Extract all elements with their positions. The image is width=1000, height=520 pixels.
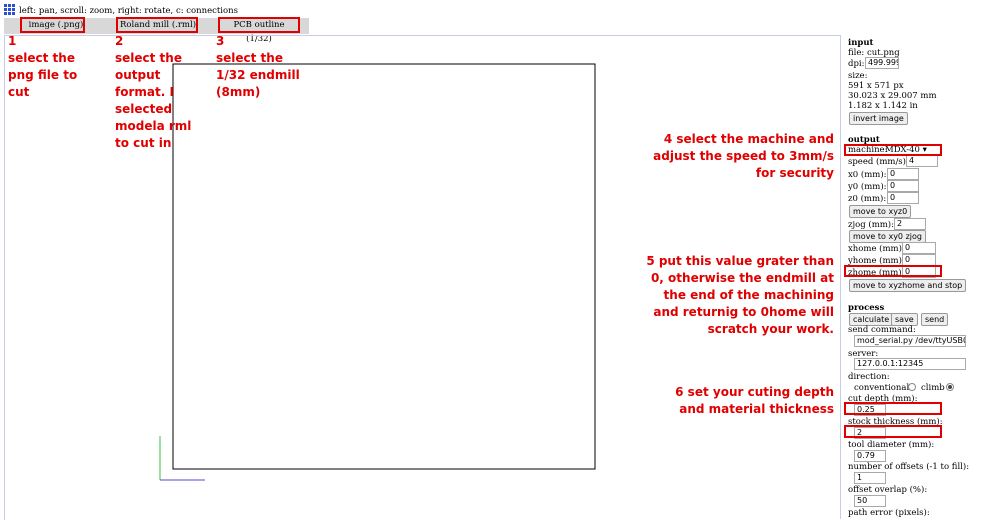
z0-input[interactable]: 0: [887, 192, 919, 204]
climb-radio[interactable]: [946, 383, 954, 391]
annotation-3: 3 select the 1/32 endmill (8mm): [216, 34, 300, 99]
annotation-5: 5 put this value grater than 0, otherwis…: [646, 254, 834, 336]
highlight-stock-thickness: [844, 425, 942, 438]
invert-image-button[interactable]: invert image: [849, 112, 908, 125]
offset-overlap-label: offset overlap (%):: [848, 485, 928, 495]
offset-overlap-input[interactable]: 50: [854, 495, 886, 507]
size-px: 591 x 571 px: [848, 81, 904, 91]
annotation-6: 6 set your cuting depth and material thi…: [675, 385, 834, 416]
size-mm: 30.023 x 29.007 mm: [848, 91, 937, 101]
move-xyz0-button[interactable]: move to xyz0: [849, 205, 912, 218]
move-xyzhome-button[interactable]: move to xyzhome and stop: [849, 279, 967, 292]
grid-icon[interactable]: [4, 4, 16, 16]
send-button[interactable]: send: [921, 313, 949, 326]
annotation-4: 4 select the machine and adjust the spee…: [653, 132, 834, 180]
zjog-input[interactable]: 2: [894, 218, 926, 230]
highlight-machine: [844, 144, 942, 156]
settings-panel: input file: cut.png dpi: 499.999 size: 5…: [840, 35, 1000, 519]
offsets-label: number of offsets (-1 to fill):: [848, 462, 970, 472]
dpi-label: dpi:: [848, 59, 865, 69]
process-heading: process: [848, 303, 885, 313]
x0-label: x0 (mm):: [848, 170, 887, 180]
conventional-radio[interactable]: [908, 383, 916, 391]
size-in: 1.182 x 1.142 in: [848, 101, 918, 111]
offsets-input[interactable]: 1: [854, 472, 886, 484]
dpi-input[interactable]: 499.999: [865, 57, 899, 69]
speed-input[interactable]: 4: [906, 155, 938, 167]
climb-label: climb: [921, 383, 945, 393]
highlight-zhome: [844, 265, 942, 277]
zjog-label: zjog (mm):: [848, 220, 894, 230]
send-command-label: send command:: [848, 325, 916, 335]
highlight-cut-depth: [844, 402, 942, 415]
tool-diameter-input[interactable]: 0.79: [854, 450, 886, 462]
highlight-tab-pcb: [218, 17, 300, 33]
conventional-label: conventional: [854, 383, 910, 393]
annotation-1: 1 select the png file to cut: [8, 34, 78, 99]
highlight-tab-rml: [116, 17, 198, 33]
outline-path: [172, 63, 596, 470]
size-label: size:: [848, 71, 868, 81]
send-command-input[interactable]: mod_serial.py /dev/ttyUSB0: [854, 335, 966, 347]
x0-input[interactable]: 0: [887, 168, 919, 180]
z0-label: z0 (mm):: [848, 194, 887, 204]
direction-label: direction:: [848, 372, 890, 382]
y0-input[interactable]: 0: [887, 180, 919, 192]
xhome-input[interactable]: 0: [902, 242, 936, 254]
annotation-2: 2 select the output format. I selected m…: [115, 34, 192, 150]
top-bar: left: pan, scroll: zoom, right: rotate, …: [0, 0, 1000, 18]
tool-diameter-label: tool diameter (mm):: [848, 440, 935, 450]
path-error-label: path error (pixels):: [848, 508, 930, 518]
highlight-tab-image: [20, 17, 85, 33]
input-heading: input: [848, 38, 874, 48]
help-text: left: pan, scroll: zoom, right: rotate, …: [19, 6, 238, 16]
xhome-label: xhome (mm):: [848, 244, 905, 254]
speed-label: speed (mm/s):: [848, 157, 909, 167]
y0-label: y0 (mm):: [848, 182, 887, 192]
server-input[interactable]: 127.0.0.1:12345: [854, 358, 966, 370]
